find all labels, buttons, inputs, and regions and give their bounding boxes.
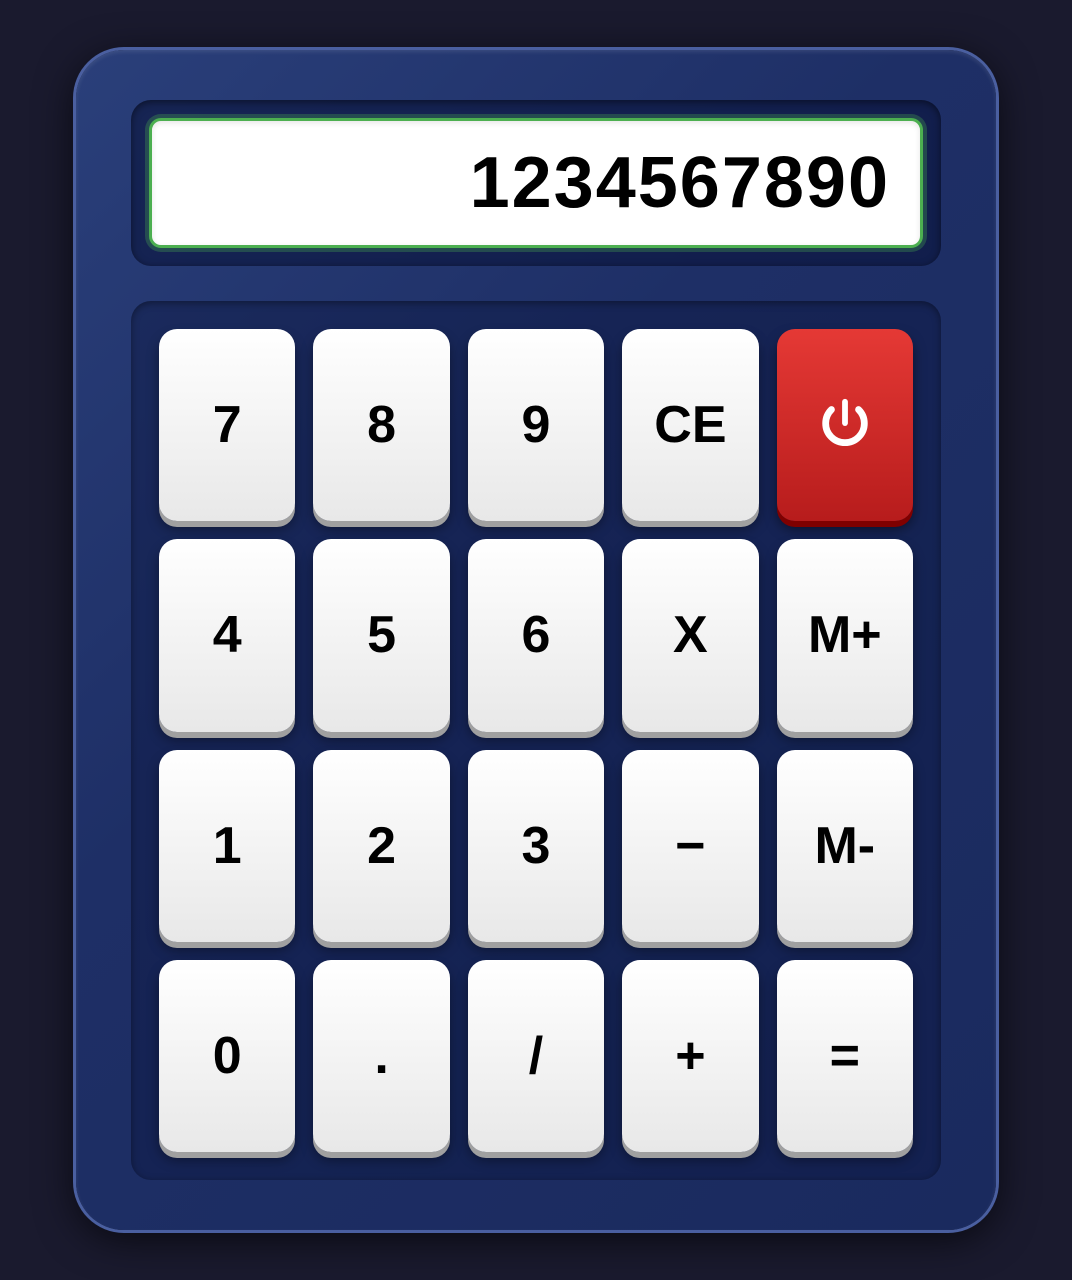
power-icon [816, 396, 874, 454]
display-value: 1234567890 [470, 142, 890, 224]
display: 1234567890 [149, 118, 923, 248]
btn-plus[interactable]: + [622, 960, 758, 1152]
display-area: 1234567890 [131, 100, 941, 266]
btn-mminus[interactable]: M- [777, 750, 913, 942]
btn-dot[interactable]: . [313, 960, 449, 1152]
btn-4[interactable]: 4 [159, 539, 295, 731]
btn-7[interactable]: 7 [159, 329, 295, 521]
keypad-area: 7 8 9 CE 4 5 [131, 301, 941, 1180]
btn-div[interactable]: / [468, 960, 604, 1152]
btn-5[interactable]: 5 [313, 539, 449, 731]
btn-9[interactable]: 9 [468, 329, 604, 521]
calculator: 1234567890 7 8 9 CE [76, 50, 996, 1230]
btn-equals[interactable]: = [777, 960, 913, 1152]
btn-0[interactable]: 0 [159, 960, 295, 1152]
btn-minus[interactable]: − [622, 750, 758, 942]
btn-3[interactable]: 3 [468, 750, 604, 942]
btn-x[interactable]: X [622, 539, 758, 731]
keypad-grid: 7 8 9 CE 4 5 [159, 329, 913, 1152]
btn-6[interactable]: 6 [468, 539, 604, 731]
btn-1[interactable]: 1 [159, 750, 295, 942]
btn-mplus[interactable]: M+ [777, 539, 913, 731]
btn-ce[interactable]: CE [622, 329, 758, 521]
btn-2[interactable]: 2 [313, 750, 449, 942]
btn-8[interactable]: 8 [313, 329, 449, 521]
btn-power[interactable] [777, 329, 913, 521]
